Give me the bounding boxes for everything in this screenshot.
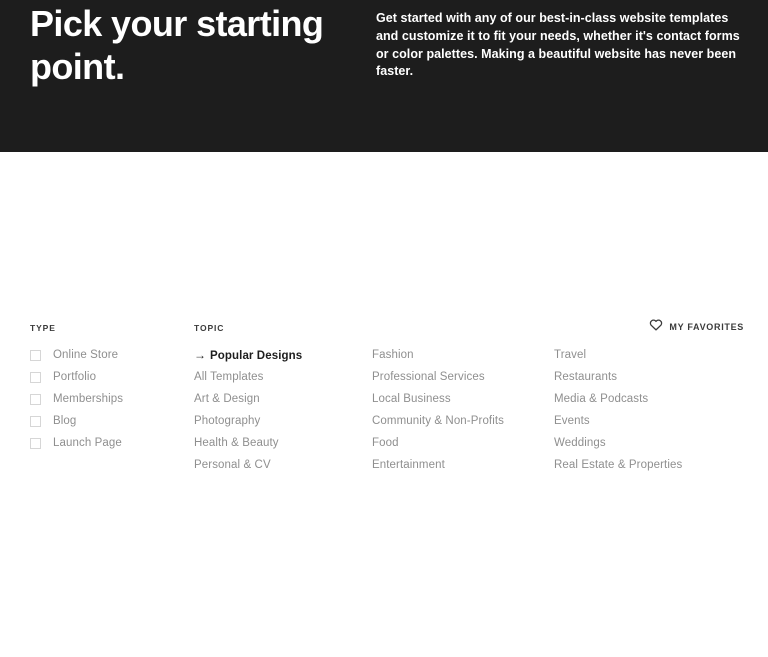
heart-icon — [649, 318, 663, 336]
hero-description: Get started with any of our best-in-clas… — [376, 11, 740, 79]
filter-bar: TYPE Online Store Portfolio Memberships Blo… — [0, 152, 768, 471]
arrow-right-icon: → — [194, 348, 207, 362]
topic-item-fashion[interactable]: Fashion — [372, 344, 554, 366]
type-filter-column: TYPE Online Store Portfolio Memberships Blo… — [30, 323, 123, 454]
topic-item-travel[interactable]: Travel — [554, 344, 734, 366]
my-favorites-button[interactable]: MY FAVORITES — [649, 318, 744, 336]
topic-item-popular-designs[interactable]: → Popular Designs — [194, 344, 372, 366]
topic-item-art-design[interactable]: Art & Design — [194, 388, 372, 410]
topic-item-real-estate-properties[interactable]: Real Estate & Properties — [554, 454, 734, 476]
topic-item-restaurants[interactable]: Restaurants — [554, 366, 734, 388]
page-title: Pick your starting point. — [30, 3, 324, 88]
topic-item-personal-cv[interactable]: Personal & CV — [194, 454, 372, 476]
topic-item-professional-services[interactable]: Professional Services — [372, 366, 554, 388]
topic-item-community-non-profits[interactable]: Community & Non-Profits — [372, 410, 554, 432]
topic-item-photography[interactable]: Photography — [194, 410, 372, 432]
type-filter-label: Launch Page — [53, 437, 122, 449]
type-filter-list: Online Store Portfolio Memberships Blog Laun… — [30, 344, 123, 454]
checkbox-memberships[interactable] — [30, 393, 41, 405]
type-filter-item[interactable]: Portfolio — [30, 366, 123, 388]
topic-item-entertainment[interactable]: Entertainment — [372, 454, 554, 476]
type-filter-label: Online Store — [53, 349, 119, 361]
topic-filter-column: TOPIC → Popular Designs All Templates Art &… — [194, 323, 734, 476]
type-filter-item[interactable]: Online Store — [30, 344, 123, 366]
checkbox-online-store[interactable] — [30, 349, 41, 361]
checkbox-blog[interactable] — [30, 415, 41, 427]
topic-item-weddings[interactable]: Weddings — [554, 432, 734, 454]
type-filter-label: Memberships — [53, 393, 124, 405]
topic-column: Travel Restaurants Media & Podcasts Events W… — [554, 344, 734, 476]
topic-item-media-podcasts[interactable]: Media & Podcasts — [554, 388, 734, 410]
topic-item-health-beauty[interactable]: Health & Beauty — [194, 432, 372, 454]
hero-banner: Pick your starting point. Get started wi… — [0, 0, 768, 152]
my-favorites-label: MY FAVORITES — [669, 322, 744, 332]
topic-item-food[interactable]: Food — [372, 432, 554, 454]
type-filter-item[interactable]: Blog — [30, 410, 123, 432]
type-filter-item[interactable]: Launch Page — [30, 432, 123, 454]
type-column-label: TYPE — [30, 323, 56, 333]
topic-column-label: TOPIC — [194, 323, 225, 333]
type-filter-label: Blog — [53, 415, 77, 427]
topic-filter-grid: → Popular Designs All Templates Art & Desig… — [194, 344, 734, 476]
topic-item-local-business[interactable]: Local Business — [372, 388, 554, 410]
topic-column: → Popular Designs All Templates Art & Desig… — [194, 344, 372, 476]
checkbox-portfolio[interactable] — [30, 371, 41, 383]
topic-item-all-templates[interactable]: All Templates — [194, 366, 372, 388]
type-filter-label: Portfolio — [53, 371, 97, 383]
type-filter-item[interactable]: Memberships — [30, 388, 123, 410]
topic-column: Fashion Professional Services Local Busine… — [372, 344, 554, 476]
checkbox-launch-page[interactable] — [30, 437, 41, 449]
topic-item-events[interactable]: Events — [554, 410, 734, 432]
